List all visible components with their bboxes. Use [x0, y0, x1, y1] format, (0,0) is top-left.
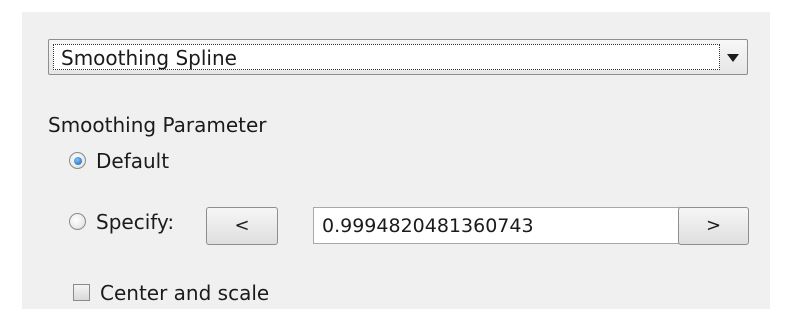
center-and-scale-label[interactable]: Center and scale	[100, 281, 269, 305]
fit-type-selected-field[interactable]: Smoothing Spline	[53, 44, 720, 70]
increment-button[interactable]: >	[678, 207, 749, 245]
smoothing-parameter-label: Smoothing Parameter	[48, 113, 267, 137]
fit-type-dropdown[interactable]: Smoothing Spline	[48, 39, 748, 75]
center-and-scale-checkbox[interactable]	[73, 284, 90, 301]
fit-options-panel: Smoothing Spline Smoothing Parameter Def…	[0, 0, 785, 322]
specify-radio[interactable]	[69, 213, 86, 230]
smoothing-parameter-input[interactable]	[313, 207, 688, 244]
chevron-down-icon[interactable]	[727, 54, 739, 62]
options-area: Smoothing Spline Smoothing Parameter Def…	[22, 12, 770, 309]
fit-type-selected-value: Smoothing Spline	[61, 46, 237, 70]
specify-radio-label[interactable]: Specify:	[96, 210, 174, 234]
default-radio-label[interactable]: Default	[96, 149, 169, 173]
decrement-button[interactable]: <	[206, 207, 278, 245]
default-radio[interactable]	[69, 152, 86, 169]
